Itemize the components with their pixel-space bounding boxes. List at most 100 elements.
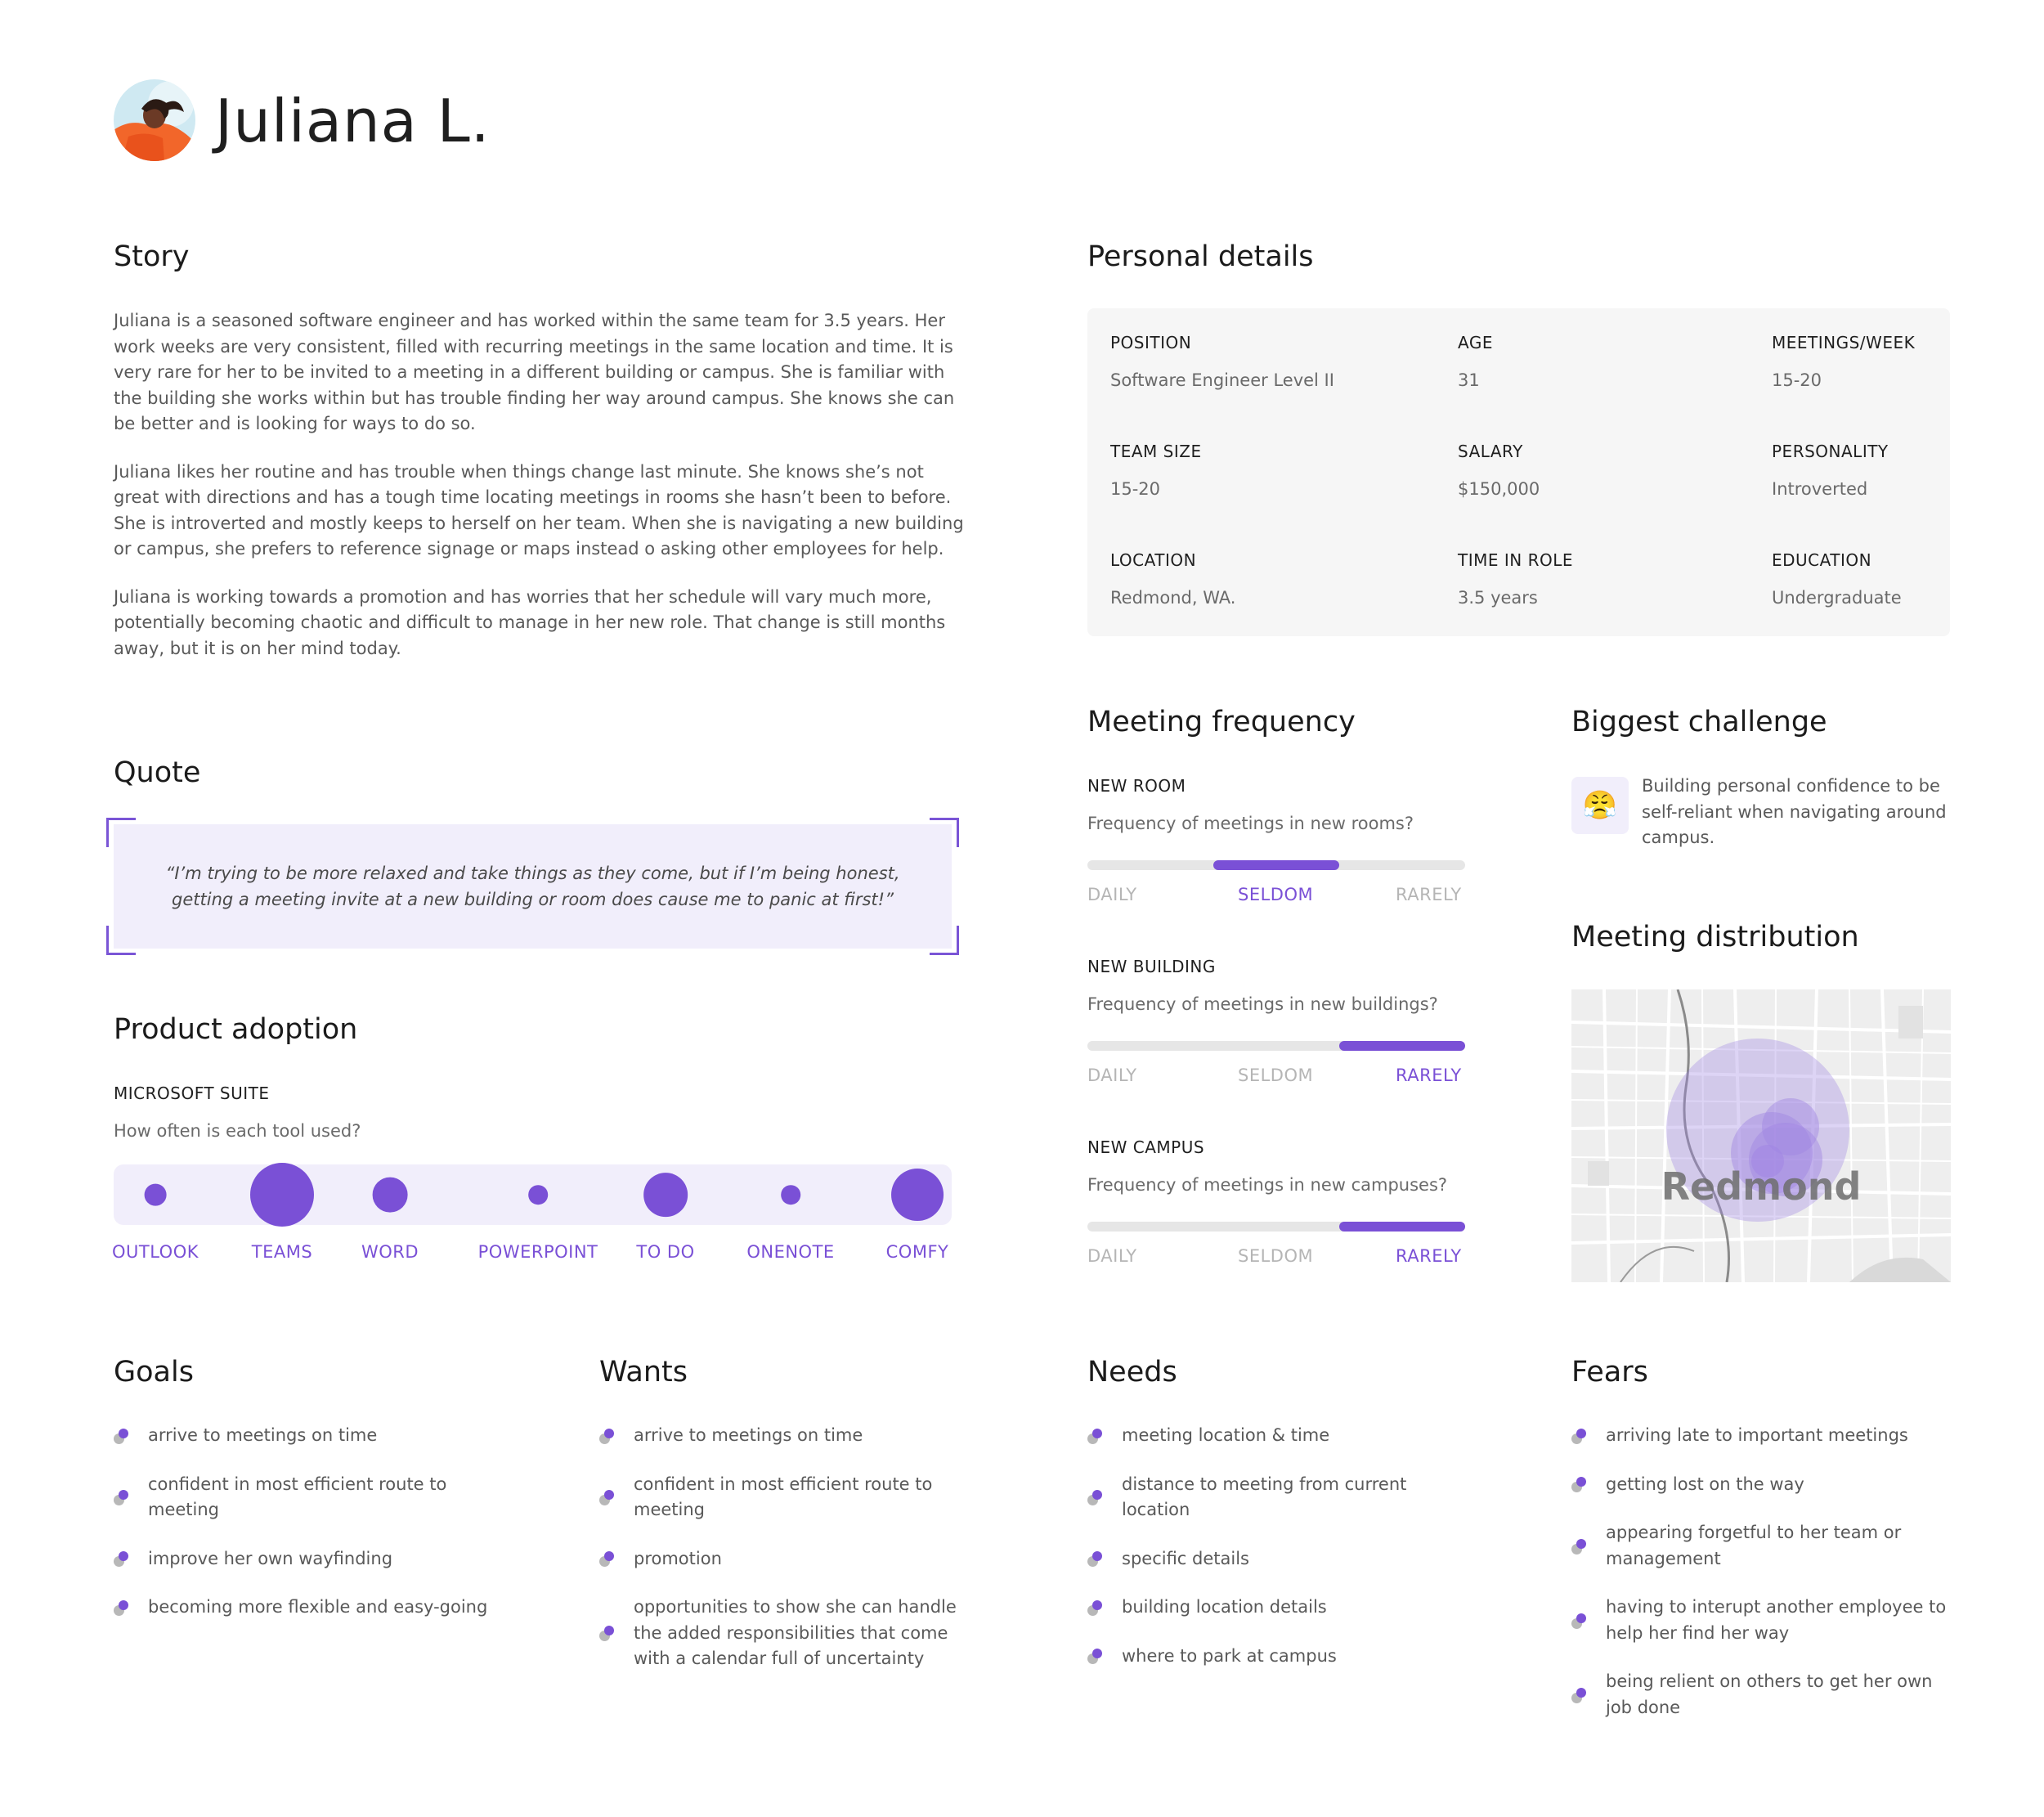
list-item: promotion xyxy=(599,1546,975,1572)
fear-text: getting lost on the way xyxy=(1606,1474,1804,1494)
list-item: meeting location & time xyxy=(1087,1423,1455,1449)
new-room-question: Frequency of meetings in new rooms? xyxy=(1087,814,1414,833)
fear-text: appearing forgetful to her team or manag… xyxy=(1606,1523,1902,1568)
list-item: where to park at campus xyxy=(1087,1644,1455,1670)
education-label: EDUCATION xyxy=(1772,550,1872,570)
goal-text: improve her own wayfinding xyxy=(148,1548,393,1568)
bullet-icon xyxy=(114,1490,132,1506)
list-item: becoming more flexible and easy-going xyxy=(114,1595,522,1621)
bullet-icon xyxy=(599,1551,617,1568)
team-size-label: TEAM SIZE xyxy=(1110,442,1202,461)
need-text: specific details xyxy=(1122,1548,1249,1568)
age-value: 31 xyxy=(1458,370,1480,390)
new-room-option-rarely: RARELY xyxy=(1396,885,1462,904)
list-item: having to interupt another employee to h… xyxy=(1571,1595,1956,1646)
tool-label-outlook: OUTLOOK xyxy=(111,1242,199,1262)
education-value: Undergraduate xyxy=(1772,588,1902,608)
suite-label: MICROSOFT SUITE xyxy=(114,1083,270,1103)
bullet-icon xyxy=(1087,1649,1105,1665)
goals-list: arrive to meetings on time confident in … xyxy=(114,1423,522,1644)
tool-label-word: WORD xyxy=(361,1242,419,1262)
challenge-text: Building personal confidence to be self-… xyxy=(1642,776,1947,847)
bullet-icon xyxy=(1087,1490,1105,1506)
quote-heading: Quote xyxy=(114,756,201,789)
new-building-question: Frequency of meetings in new buildings? xyxy=(1087,994,1438,1014)
story-text: Juliana is a seasoned software engineer … xyxy=(114,308,964,684)
bullet-icon xyxy=(599,1626,617,1642)
list-item: getting lost on the way xyxy=(1571,1472,1956,1498)
want-text: opportunities to show she can handle the… xyxy=(634,1597,957,1668)
fear-text: arriving late to important meetings xyxy=(1606,1425,1908,1445)
quote-corner-bottom-left xyxy=(106,926,136,955)
new-room-option-daily: DAILY xyxy=(1087,885,1137,904)
bullet-icon xyxy=(1571,1687,1589,1704)
story-paragraph: Juliana likes her routine and has troubl… xyxy=(114,461,964,559)
list-item: arrive to meetings on time xyxy=(114,1423,522,1449)
new-campus-option-seldom: SELDOM xyxy=(1238,1246,1314,1266)
challenge-emoji: 😤 xyxy=(1582,789,1618,822)
quote-box: “I’m trying to be more relaxed and take … xyxy=(114,824,952,949)
avatar xyxy=(114,79,195,161)
new-building-option-rarely: RARELY xyxy=(1396,1066,1462,1085)
needs-list: meeting location & time distance to meet… xyxy=(1087,1423,1455,1692)
time-in-role-value: 3.5 years xyxy=(1458,588,1538,608)
goal-text: arrive to meetings on time xyxy=(148,1425,378,1445)
wants-heading: Wants xyxy=(599,1356,688,1389)
new-room-option-seldom: SELDOM xyxy=(1238,885,1314,904)
bullet-icon xyxy=(114,1551,132,1568)
need-text: meeting location & time xyxy=(1122,1425,1330,1445)
tool-label-onenote: ONENOTE xyxy=(746,1242,835,1262)
quote-corner-top-right xyxy=(930,818,959,847)
tool-usage-dot-teams xyxy=(250,1163,314,1227)
quote-corner-bottom-right xyxy=(930,926,959,955)
new-room-frequency-fill xyxy=(1213,860,1339,870)
tool-usage-dot-word xyxy=(372,1177,408,1213)
list-item: being relient on others to get her own j… xyxy=(1571,1669,1956,1721)
goals-heading: Goals xyxy=(114,1356,194,1389)
new-building-label: NEW BUILDING xyxy=(1087,957,1216,976)
new-campus-option-rarely: RARELY xyxy=(1396,1246,1462,1266)
bullet-icon xyxy=(114,1428,132,1445)
tool-question: How often is each tool used? xyxy=(114,1121,361,1141)
team-size-value: 15-20 xyxy=(1110,479,1161,499)
story-heading: Story xyxy=(114,240,190,273)
tool-label-to-do: TO DO xyxy=(636,1242,695,1262)
list-item: improve her own wayfinding xyxy=(114,1546,522,1572)
list-item: arriving late to important meetings xyxy=(1571,1423,1956,1449)
new-room-frequency-track xyxy=(1087,860,1465,870)
tool-label-comfy: COMFY xyxy=(885,1242,949,1262)
bullet-icon xyxy=(1087,1428,1105,1445)
tool-usage-dot-to-do xyxy=(643,1173,688,1217)
tool-label-powerpoint: POWERPOINT xyxy=(477,1242,598,1262)
list-item: arrive to meetings on time xyxy=(599,1423,975,1449)
new-campus-option-daily: DAILY xyxy=(1087,1246,1137,1266)
bullet-icon xyxy=(599,1490,617,1506)
quote-text: “I’m trying to be more relaxed and take … xyxy=(165,864,900,909)
time-in-role-label: TIME IN ROLE xyxy=(1458,550,1573,570)
list-item: appearing forgetful to her team or manag… xyxy=(1571,1520,1956,1572)
goal-text: becoming more flexible and easy-going xyxy=(148,1597,488,1617)
want-text: confident in most efficient route to mee… xyxy=(634,1474,933,1520)
personality-label: PERSONALITY xyxy=(1772,442,1889,461)
bullet-icon xyxy=(1571,1613,1589,1630)
wants-list: arrive to meetings on time confident in … xyxy=(599,1423,975,1695)
list-item: confident in most efficient route to mee… xyxy=(599,1472,975,1523)
map-city-label: Redmond xyxy=(1661,1164,1862,1209)
bullet-icon xyxy=(1571,1477,1589,1493)
goal-text: confident in most efficient route to mee… xyxy=(148,1474,447,1520)
new-campus-question: Frequency of meetings in new campuses? xyxy=(1087,1175,1448,1195)
meeting-distribution-map: Redmond xyxy=(1571,989,1951,1282)
bullet-icon xyxy=(1571,1538,1589,1555)
need-text: where to park at campus xyxy=(1122,1645,1337,1666)
fear-text: having to interupt another employee to h… xyxy=(1606,1597,1947,1643)
need-text: distance to meeting from current locatio… xyxy=(1122,1474,1407,1520)
tool-usage-dot-powerpoint xyxy=(528,1185,548,1205)
new-room-label: NEW ROOM xyxy=(1087,776,1186,796)
tool-usage-dot-outlook xyxy=(144,1183,167,1206)
new-building-frequency-track xyxy=(1087,1041,1465,1051)
list-item: confident in most efficient route to mee… xyxy=(114,1472,522,1523)
meeting-distribution-heading: Meeting distribution xyxy=(1571,921,1859,953)
bullet-icon xyxy=(1087,1551,1105,1568)
new-campus-label: NEW CAMPUS xyxy=(1087,1137,1205,1157)
bullet-icon xyxy=(1087,1599,1105,1617)
